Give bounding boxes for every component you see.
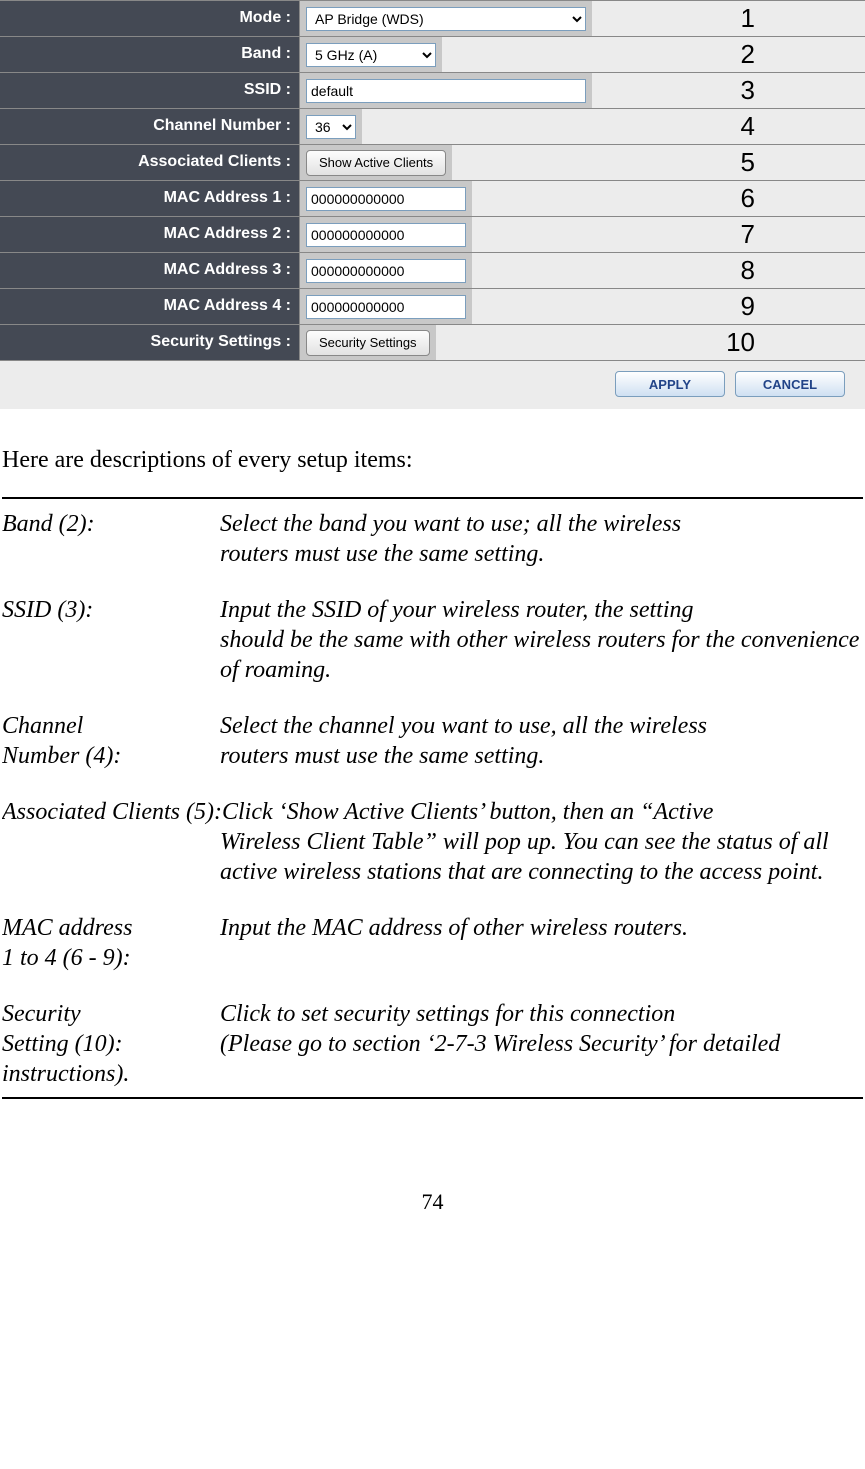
annotation-number: 2: [741, 39, 755, 70]
annotation-number: 4: [741, 111, 755, 142]
annotation-number: 6: [741, 183, 755, 214]
definition-term-line2: Setting (10):: [2, 1029, 220, 1059]
form-row: Mode :AP Bridge (WDS) 1: [0, 1, 865, 37]
form-row: Security Settings :Security Settings 10: [0, 325, 865, 361]
definition-desc: Click to set security settings for this …: [220, 1001, 675, 1027]
field-label: Channel Number :: [0, 109, 300, 144]
field-label: Security Settings :: [0, 325, 300, 360]
field-label: Associated Clients :: [0, 145, 300, 180]
field-input-cell: [300, 73, 592, 108]
field-label: Mode :: [0, 1, 300, 36]
annotation-number: 10: [726, 327, 755, 358]
definition-desc: Input the MAC address of other wireless …: [220, 915, 688, 941]
mode-select[interactable]: AP Bridge (WDS): [306, 7, 586, 31]
ssid-input[interactable]: [306, 79, 586, 103]
definition-term: SSID (3):: [2, 595, 220, 625]
definition-desc: Input the SSID of your wireless router, …: [220, 597, 694, 623]
annotation-number: 7: [741, 219, 755, 250]
definition-desc: Click ‘Show Active Clients’ button, then…: [222, 799, 713, 825]
page-number: 74: [0, 1189, 865, 1215]
field-input-cell: [300, 217, 472, 252]
field-input-cell: 36: [300, 109, 362, 144]
field-input-cell: AP Bridge (WDS): [300, 1, 592, 36]
field-label: MAC Address 3 :: [0, 253, 300, 288]
field-label: MAC Address 1 :: [0, 181, 300, 216]
row-spacer: 9: [472, 289, 865, 324]
definition-entry: ChannelSelect the channel you want to us…: [2, 711, 863, 771]
annotation-number: 3: [741, 75, 755, 106]
form-row: MAC Address 4 : 9: [0, 289, 865, 325]
form-row: Band :5 GHz (A) 2: [0, 37, 865, 73]
definition-desc-cont: should be the same with other wireless r…: [2, 625, 863, 685]
field-input-cell: [300, 181, 472, 216]
field-input-cell: [300, 253, 472, 288]
row-spacer: 7: [472, 217, 865, 252]
definition-term-line2: 1 to 4 (6 - 9):: [2, 943, 220, 973]
cancel-button[interactable]: CANCEL: [735, 371, 845, 397]
definition-entry: Associated Clients (5):Click ‘Show Activ…: [2, 797, 863, 887]
row-spacer: 8: [472, 253, 865, 288]
field-input-cell: Show Active Clients: [300, 145, 452, 180]
annotation-number: 9: [741, 291, 755, 322]
definition-desc: Select the band you want to use; all the…: [220, 511, 681, 537]
row-spacer: 10: [436, 325, 865, 360]
channel-select[interactable]: 36: [306, 115, 356, 139]
settings-panel: Mode :AP Bridge (WDS)1Band :5 GHz (A)2SS…: [0, 0, 865, 409]
row-spacer: 5: [452, 145, 865, 180]
definition-term: MAC address: [2, 913, 220, 943]
definition-term-line2: Number (4):: [2, 741, 220, 771]
definition-desc: Select the channel you want to use, all …: [220, 713, 707, 739]
mac3-input[interactable]: [306, 259, 466, 283]
row-spacer: 1: [592, 1, 865, 36]
intro-text: Here are descriptions of every setup ite…: [2, 445, 863, 475]
mac1-input[interactable]: [306, 187, 466, 211]
form-row: MAC Address 1 : 6: [0, 181, 865, 217]
annotation-number: 8: [741, 255, 755, 286]
definition-entry: SSID (3):Input the SSID of your wireless…: [2, 595, 863, 685]
mac2-input[interactable]: [306, 223, 466, 247]
field-label: MAC Address 4 :: [0, 289, 300, 324]
mac4-input[interactable]: [306, 295, 466, 319]
definition-entry: MAC addressInput the MAC address of othe…: [2, 913, 863, 973]
row-spacer: 2: [442, 37, 865, 72]
apply-button[interactable]: APPLY: [615, 371, 725, 397]
action-bar: APPLY CANCEL: [0, 361, 865, 397]
definition-desc-cont: routers must use the same setting.: [220, 743, 544, 769]
definition-desc-cont: Wireless Client Table” will pop up. You …: [2, 827, 863, 887]
form-row: MAC Address 3 : 8: [0, 253, 865, 289]
field-input-cell: [300, 289, 472, 324]
definitions-block: Band (2):Select the band you want to use…: [2, 497, 863, 1099]
annotation-number: 1: [741, 3, 755, 34]
field-input-cell: 5 GHz (A): [300, 37, 442, 72]
field-label: MAC Address 2 :: [0, 217, 300, 252]
definition-term: Band (2):: [2, 509, 220, 539]
document-body: Here are descriptions of every setup ite…: [0, 409, 865, 1099]
band-select[interactable]: 5 GHz (A): [306, 43, 436, 67]
row-spacer: 3: [592, 73, 865, 108]
form-row: MAC Address 2 : 7: [0, 217, 865, 253]
field-label: SSID :: [0, 73, 300, 108]
form-row: Associated Clients :Show Active Clients 5: [0, 145, 865, 181]
definition-entry: SecurityClick to set security settings f…: [2, 999, 863, 1089]
form-row: Channel Number :36 4: [0, 109, 865, 145]
definition-term: Associated Clients (5):: [2, 799, 222, 825]
definition-term: Channel: [2, 711, 220, 741]
security-settings-button[interactable]: Security Settings: [306, 330, 430, 356]
definition-term: Security: [2, 999, 220, 1029]
definition-entry: Band (2):Select the band you want to use…: [2, 509, 863, 569]
row-spacer: 4: [362, 109, 865, 144]
field-input-cell: Security Settings: [300, 325, 436, 360]
form-row: SSID : 3: [0, 73, 865, 109]
field-label: Band :: [0, 37, 300, 72]
row-spacer: 6: [472, 181, 865, 216]
annotation-number: 5: [741, 147, 755, 178]
show-clients-button[interactable]: Show Active Clients: [306, 150, 446, 176]
definition-desc-cont: routers must use the same setting.: [2, 539, 863, 569]
